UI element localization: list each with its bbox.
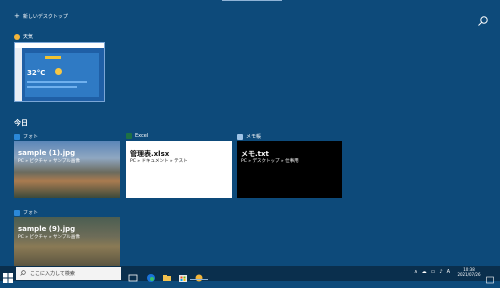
weather-window-thumbnail[interactable]: 32°C xyxy=(14,42,105,102)
weather-temperature: 32°C xyxy=(27,69,46,77)
timeline-card-excel[interactable]: 管理表.xlsx PC » ドキュメント » テスト xyxy=(126,141,232,198)
search-icon[interactable] xyxy=(477,12,489,26)
taskbar-search-box[interactable]: ここに入力して検索 xyxy=(16,267,121,280)
taskbar-search-placeholder: ここに入力して検索 xyxy=(30,271,75,277)
store-icon[interactable] xyxy=(178,268,188,282)
chevron-up-icon[interactable]: ∧ xyxy=(414,269,418,275)
plus-icon: + xyxy=(14,12,20,20)
clock-date: 2021/07/26 xyxy=(457,272,481,277)
timeline-card-sample-1[interactable]: sample (1).jpg PC » ピクチャ » サンプル画像 xyxy=(14,141,120,198)
card-header-photos-2: フォト xyxy=(14,209,38,216)
card-header-notepad: メモ帳 xyxy=(237,133,261,140)
cloud-icon[interactable]: ☁ xyxy=(422,269,427,275)
photos-app-icon xyxy=(14,209,20,216)
card-title: sample (9).jpg xyxy=(18,225,76,233)
card-app-label: メモ帳 xyxy=(246,134,262,140)
new-desktop-button[interactable]: + 新しいデスクトップ xyxy=(14,12,68,21)
weather-window-header[interactable]: 天気 xyxy=(14,33,33,40)
network-icon[interactable]: ▭ xyxy=(431,269,436,275)
taskbar-clock[interactable]: 10:38 2021/07/26 xyxy=(456,267,482,277)
volume-icon[interactable]: ♪ xyxy=(439,269,442,275)
excel-app-icon xyxy=(126,133,132,139)
timeline-card-memo[interactable]: メモ.txt PC » デスクトップ » 仕事用 xyxy=(237,141,342,198)
card-app-label: Excel xyxy=(135,133,149,139)
new-desktop-label: 新しいデスクトップ xyxy=(22,14,68,20)
card-path: PC » ピクチャ » サンプル画像 xyxy=(18,159,80,164)
card-app-label: フォト xyxy=(23,210,39,216)
weather-chip xyxy=(45,56,61,59)
card-path: PC » ピクチャ » サンプル画像 xyxy=(18,235,80,240)
timeline-card-sample-9[interactable]: sample (9).jpg PC » ピクチャ » サンプル画像 xyxy=(14,217,120,266)
weather-sidebar xyxy=(15,48,22,101)
sun-icon xyxy=(55,68,62,75)
card-header-excel: Excel xyxy=(126,133,148,139)
card-header-photos-1: フォト xyxy=(14,133,38,140)
taskbar-search-icon xyxy=(20,269,26,278)
card-app-label: フォト xyxy=(23,134,39,140)
notepad-app-icon xyxy=(237,133,243,140)
notification-icon[interactable] xyxy=(486,269,494,284)
card-path: PC » ドキュメント » テスト xyxy=(130,159,188,164)
edge-icon[interactable] xyxy=(146,268,156,282)
weather-toolbar xyxy=(15,43,104,48)
photos-app-icon xyxy=(14,133,20,140)
task-view-icon[interactable] xyxy=(128,268,138,282)
file-explorer-icon[interactable] xyxy=(162,268,172,281)
weather-app-label: 天気 xyxy=(23,34,34,40)
system-tray: ∧ ☁ ▭ ♪ A xyxy=(414,269,450,275)
weather-taskbar-icon[interactable] xyxy=(194,268,204,282)
forecast-bar xyxy=(27,86,77,88)
card-path: PC » デスクトップ » 仕事用 xyxy=(241,159,299,164)
windows-start-icon[interactable] xyxy=(3,268,13,283)
forecast-bar xyxy=(27,81,87,83)
active-app-indicator xyxy=(190,279,208,280)
input-method-icon[interactable]: A xyxy=(447,269,450,275)
weather-app-icon xyxy=(14,33,20,40)
card-title: sample (1).jpg xyxy=(18,149,76,157)
section-today-label: 今日 xyxy=(14,119,28,127)
top-indicator xyxy=(222,0,282,1)
